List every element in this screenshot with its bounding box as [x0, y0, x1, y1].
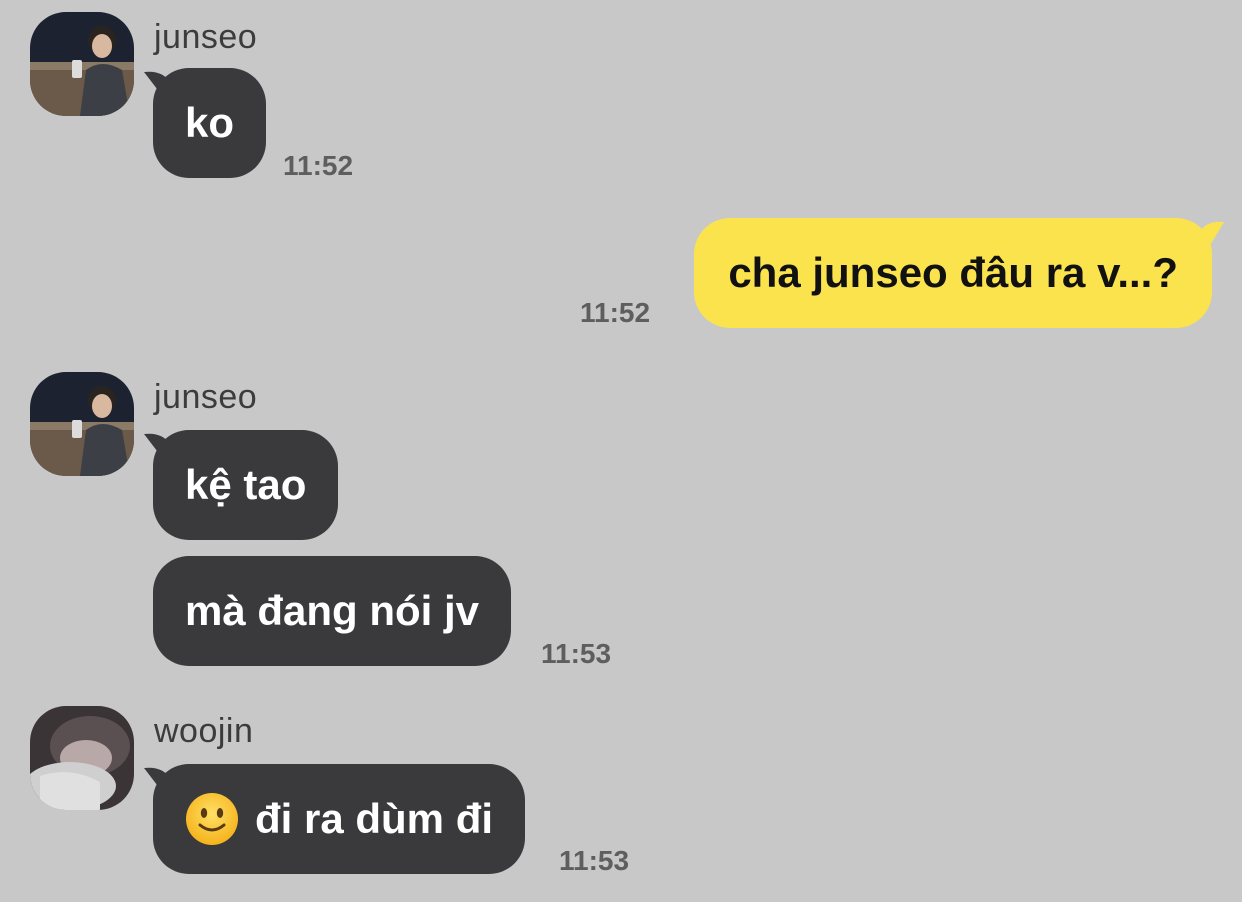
message-timestamp: 11:52	[580, 297, 651, 328]
sender-name: junseo	[154, 378, 258, 416]
sender-name: junseo	[154, 18, 258, 56]
avatar-image	[30, 706, 134, 810]
message-text: đi ra dùm đi	[255, 795, 494, 842]
avatar-woojin[interactable]	[30, 706, 134, 810]
message-bubble[interactable]: kệ tao	[153, 430, 339, 540]
message-timestamp: 11:53	[541, 638, 612, 669]
message-bubble[interactable]: mà đang nói jv	[153, 556, 512, 666]
message-bubble[interactable]: ko	[153, 68, 267, 178]
message-timestamp: 11:52	[283, 150, 354, 181]
message-timestamp: 11:53	[559, 845, 630, 876]
avatar-image	[30, 12, 134, 116]
avatar-junseo[interactable]	[30, 12, 134, 116]
message-bubble-outgoing[interactable]: cha junseo đâu ra v...?	[694, 218, 1212, 328]
sender-name: woojin	[154, 712, 254, 750]
avatar-image	[30, 372, 134, 476]
avatar-junseo[interactable]	[30, 372, 134, 476]
message-bubble[interactable]: đi ra dùm đi	[153, 764, 526, 874]
slightly-smiling-face-icon	[185, 792, 239, 846]
